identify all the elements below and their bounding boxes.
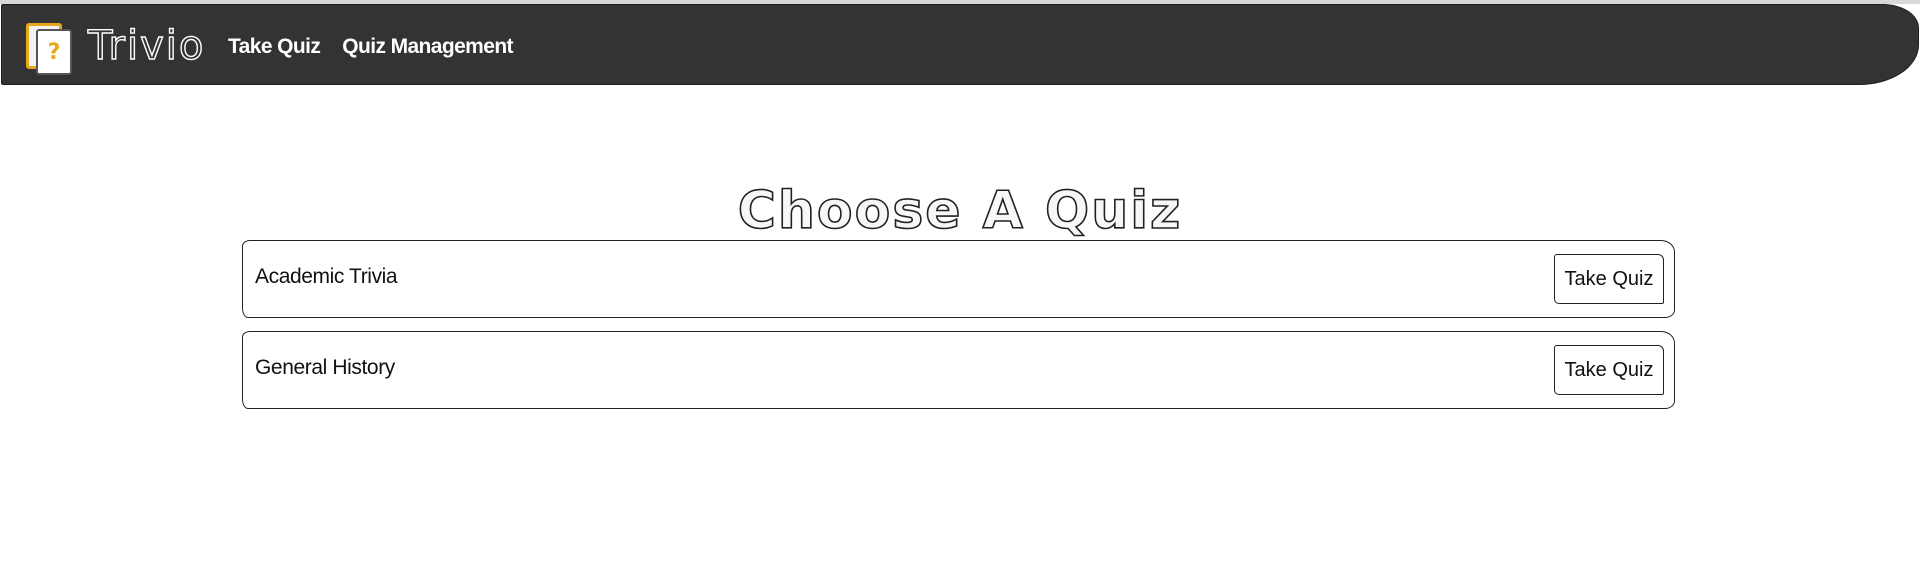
navbar: ? Trivio Take Quiz Quiz Management bbox=[1, 4, 1919, 85]
logo-question-mark: ? bbox=[47, 39, 61, 65]
nav-link-take-quiz[interactable]: Take Quiz bbox=[228, 35, 321, 59]
quiz-card-academic-trivia: Academic Trivia Take Quiz bbox=[242, 240, 1675, 318]
logo-card-front: ? bbox=[36, 29, 72, 75]
nav-link-quiz-management[interactable]: Quiz Management bbox=[342, 35, 513, 59]
brand-name: Trivio bbox=[87, 23, 206, 69]
nav-links: Take Quiz Quiz Management bbox=[228, 35, 514, 59]
take-quiz-button[interactable]: Take Quiz bbox=[1554, 254, 1664, 304]
page-title: Choose A Quiz bbox=[737, 180, 1183, 241]
quiz-list: Academic Trivia Take Quiz General Histor… bbox=[242, 240, 1675, 422]
brand[interactable]: ? Trivio bbox=[24, 17, 206, 75]
quiz-card-general-history: General History Take Quiz bbox=[242, 331, 1675, 409]
quiz-name: General History bbox=[255, 356, 395, 379]
quiz-card-question-icon: ? bbox=[24, 17, 74, 75]
quiz-name: Academic Trivia bbox=[255, 265, 398, 288]
take-quiz-button[interactable]: Take Quiz bbox=[1554, 345, 1664, 395]
